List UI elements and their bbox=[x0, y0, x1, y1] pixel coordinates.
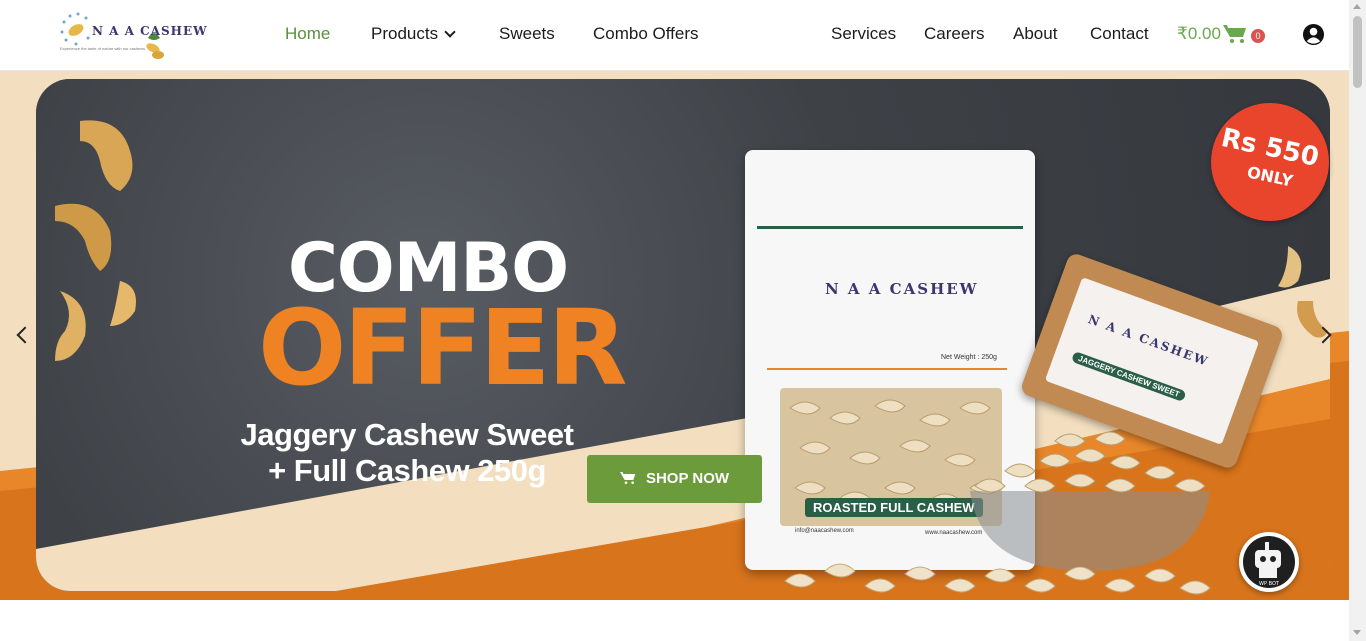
scroll-up-arrow-icon[interactable] bbox=[1353, 4, 1361, 9]
cashew-decor-left bbox=[55, 120, 136, 361]
nav-products-label: Products bbox=[371, 24, 439, 43]
shop-now-button[interactable]: SHOP NOW bbox=[587, 455, 762, 503]
nav-sweets-label: Sweets bbox=[499, 24, 555, 43]
pouch-brand: N A A CASHEW bbox=[825, 280, 979, 298]
pouch-label: ROASTED FULL CASHEW bbox=[805, 498, 983, 517]
cart-total[interactable]: ₹0.00 bbox=[1177, 24, 1221, 44]
nav-careers-label: Careers bbox=[924, 24, 985, 43]
page-scrollbar[interactable] bbox=[1349, 0, 1366, 641]
cashew-pile bbox=[784, 563, 1211, 595]
site-header: N A A CASHEW Experience the taste of nat… bbox=[0, 0, 1349, 71]
nav-home-label: Home bbox=[285, 24, 331, 43]
scroll-down-arrow-icon[interactable] bbox=[1353, 630, 1361, 635]
cart-icon[interactable] bbox=[1223, 24, 1247, 44]
cart-count-badge: 0 bbox=[1251, 29, 1265, 43]
price-badge: Rs 550 ONLY bbox=[1211, 103, 1329, 221]
pouch-email: info@naacashew.com bbox=[795, 528, 854, 534]
nav-home[interactable]: Home bbox=[285, 24, 330, 44]
nav-products[interactable]: Products bbox=[371, 24, 456, 44]
chatbot-icon: WP BOT bbox=[1243, 536, 1295, 588]
nav-combo-offers[interactable]: Combo Offers bbox=[593, 24, 699, 44]
user-account-icon[interactable] bbox=[1302, 23, 1325, 46]
nav-about[interactable]: About bbox=[1013, 24, 1057, 44]
shop-now-label: SHOP NOW bbox=[645, 470, 730, 487]
nav-sweets[interactable]: Sweets bbox=[499, 24, 555, 44]
cart-icon bbox=[619, 472, 636, 484]
nav-combo-offers-label: Combo Offers bbox=[593, 24, 699, 43]
brand-logo[interactable]: N A A CASHEW Experience the taste of nat… bbox=[58, 10, 208, 62]
hero-headline-offer: OFFER bbox=[258, 287, 628, 409]
nav-about-label: About bbox=[1013, 24, 1058, 43]
nav-services[interactable]: Services bbox=[831, 24, 896, 44]
nav-contact-label: Contact bbox=[1090, 24, 1149, 43]
hero-subline-1: Jaggery Cashew Sweet bbox=[240, 417, 574, 452]
box-brand: N A A CASHEW bbox=[1086, 312, 1211, 370]
chevron-down-icon bbox=[444, 26, 456, 38]
brand-tagline: Experience the taste of nature with our … bbox=[60, 46, 146, 51]
hero-subline-2: + Full Cashew 250g bbox=[268, 453, 546, 488]
hero-slider: COMBO OFFER Jaggery Cashew Sweet + Full … bbox=[0, 71, 1349, 600]
nav-services-label: Services bbox=[831, 24, 897, 43]
nav-careers[interactable]: Careers bbox=[924, 24, 984, 44]
nav-contact[interactable]: Contact bbox=[1090, 24, 1149, 44]
chatbot-label: WP BOT bbox=[1259, 581, 1280, 587]
chatbot-button[interactable]: WP BOT bbox=[1239, 532, 1299, 592]
pouch-weight: Net Weight : 250g bbox=[941, 354, 997, 361]
brand-name: N A A CASHEW bbox=[92, 24, 208, 38]
box-label: JAGGERY CASHEW SWEET bbox=[1071, 350, 1187, 403]
scroll-thumb[interactable] bbox=[1353, 16, 1362, 88]
